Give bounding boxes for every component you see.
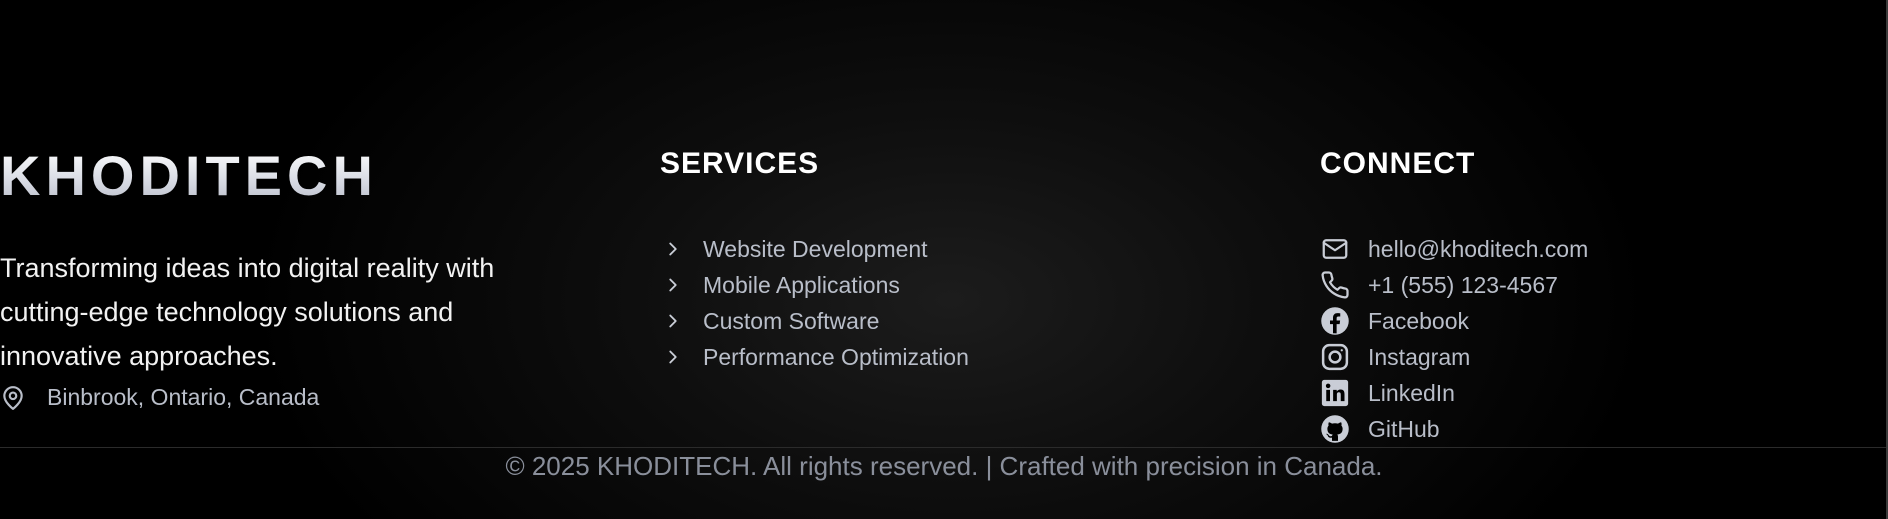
linkedin-text: LinkedIn	[1368, 379, 1455, 406]
github-icon	[1320, 414, 1350, 444]
copyright-text: © 2025 KHODITECH. All rights reserved. |…	[505, 451, 1383, 481]
chevron-right-icon	[662, 238, 684, 260]
instagram-text: Instagram	[1368, 343, 1471, 370]
service-link-custom-software[interactable]: Custom Software	[660, 303, 1260, 339]
chevron-right-icon	[662, 274, 684, 296]
phone-icon	[1320, 270, 1350, 300]
facebook-link[interactable]: Facebook	[1320, 303, 1840, 339]
service-link-performance-optimization[interactable]: Performance Optimization	[660, 339, 1260, 375]
service-label: Custom Software	[703, 307, 880, 334]
services-heading: SERVICES	[660, 147, 820, 180]
instagram-link[interactable]: Instagram	[1320, 339, 1840, 375]
brand-logo[interactable]: KHODITECH	[0, 146, 560, 206]
linkedin-icon	[1320, 378, 1350, 408]
location-text: Binbrook, Ontario, Canada	[47, 384, 320, 410]
service-label: Website Development	[703, 235, 928, 262]
github-text: GitHub	[1368, 415, 1440, 442]
service-label: Performance Optimization	[703, 343, 969, 370]
instagram-icon	[1320, 342, 1350, 372]
brand-tagline: Transforming ideas into digital reality …	[0, 253, 495, 371]
service-link-website-development[interactable]: Website Development	[660, 231, 1260, 267]
map-pin-icon	[0, 385, 26, 411]
email-text: hello@khoditech.com	[1368, 235, 1589, 262]
services-list: Website Development Mobile Applications …	[660, 231, 1260, 375]
footer-divider	[0, 447, 1886, 448]
github-link[interactable]: GitHub	[1320, 411, 1840, 447]
connect-heading: CONNECT	[1320, 147, 1476, 180]
brand-column: KHODITECH Transforming ideas into digita…	[0, 146, 560, 411]
service-label: Mobile Applications	[703, 271, 900, 298]
phone-link[interactable]: +1 (555) 123-4567	[1320, 267, 1840, 303]
service-link-mobile-applications[interactable]: Mobile Applications	[660, 267, 1260, 303]
connect-list: hello@khoditech.com +1 (555) 123-4567 Fa…	[1320, 231, 1840, 447]
email-link[interactable]: hello@khoditech.com	[1320, 231, 1840, 267]
services-column: SERVICES Website Development Mobile Appl…	[660, 146, 1260, 375]
location: Binbrook, Ontario, Canada	[0, 384, 560, 411]
chevron-right-icon	[662, 310, 684, 332]
connect-column: CONNECT hello@khoditech.com +1 (555) 123…	[1320, 146, 1840, 447]
phone-text: +1 (555) 123-4567	[1368, 271, 1558, 298]
facebook-text: Facebook	[1368, 307, 1470, 334]
linkedin-link[interactable]: LinkedIn	[1320, 375, 1840, 411]
chevron-right-icon	[662, 346, 684, 368]
facebook-icon	[1320, 306, 1350, 336]
mail-icon	[1320, 234, 1350, 264]
